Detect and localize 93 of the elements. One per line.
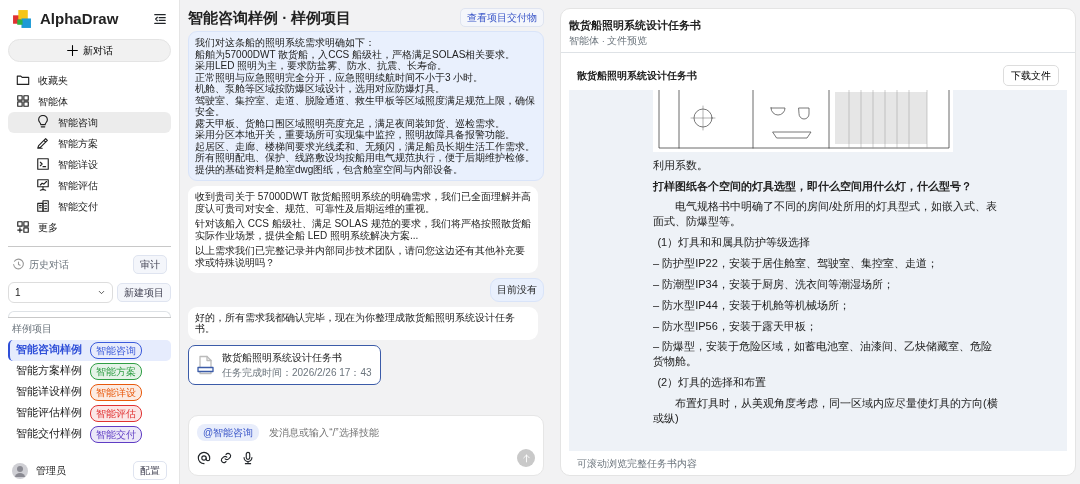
skill-chip[interactable]: @智能咨询 <box>197 424 260 441</box>
at-icon <box>197 451 211 465</box>
document-question: 打样图纸各个空间的灯具选型，即什么空间用什么灯，什么型号？ <box>653 178 973 194</box>
category-tag: 智能方案 <box>90 362 142 380</box>
document-paragraph: – 防水型IP44，安装于机舱等机械场所； <box>653 297 851 313</box>
folder-icon <box>16 73 30 87</box>
file-title: 散货船照明系统设计任务书 <box>222 350 343 365</box>
sample-project-item[interactable]: 智能评估样例 智能评估 <box>8 402 171 424</box>
user-name: 管理员 <box>36 464 66 478</box>
message-line: 正常照明与应急照明完全分开，应急照明续航时间不小于3 小时。 <box>195 71 485 83</box>
config-button[interactable]: 配置 <box>133 461 167 480</box>
microphone-icon <box>241 451 255 465</box>
message-paragraph: 收到贵司关于 57000DWT 散货船照明系统的明确需求，我们已全面理解并高度认可贵司对安全、规范、可靠性及后期运维的重视。 <box>195 191 531 214</box>
menu-icon <box>153 12 167 27</box>
message-input[interactable]: 发消息或输入“/”选择技能 <box>267 424 535 441</box>
sidebar-item[interactable]: 智能体 <box>8 90 171 112</box>
history-icon <box>12 257 25 271</box>
message-line: 起居区、走廊、楼梯间要求光线柔和、无频闪，满足船员长期生活工作需求。 <box>195 140 536 152</box>
audit-button[interactable]: 审计 <box>133 254 167 274</box>
message-line: 驾驶室、集控室、走道、脱险通道、救生甲板等区域照度满足规范上限，确保安全。 <box>195 94 536 118</box>
plus-icon <box>66 43 79 57</box>
history-heading: 历史对话 <box>29 257 69 272</box>
section-heading: (1）灯具和和属具防护等级选择 <box>656 235 812 250</box>
sidebar-subitem[interactable]: 智能咨询 <box>8 111 171 133</box>
grid-plus-icon <box>16 220 30 234</box>
document-icon <box>197 354 214 375</box>
logo-icon <box>12 9 32 30</box>
message-line: 采用LED 照明为主，要求防盐雾、防水、抗震、长寿命。 <box>195 60 449 72</box>
category-tag: 智能交付 <box>90 425 142 443</box>
document-paragraph: 电气规格书中明确了不同的房间/处所用的灯具型式，如嵌入式、表面式、防爆型等。 <box>653 199 999 230</box>
file-card[interactable]: 散货船照明系统设计任务书 任务完成时间：2026/2/26 17：43 <box>188 344 381 385</box>
terminal-icon <box>36 157 50 171</box>
document-paragraph: – 防潮型IP34，安装于厨房、洗衣间等潮湿场所； <box>653 276 895 292</box>
sample-project-name: 智能详设样例 <box>16 384 82 400</box>
section-heading: (2）灯具的选择和布置 <box>656 375 768 390</box>
sample-project-name: 智能评估样例 <box>16 405 82 421</box>
message-line: 提供的基础资料是舱室dwg图纸，包含舱室空间与内部设备。 <box>195 163 465 175</box>
message-line: 露天甲板、货舱口围区域照明亮度充足，满足夜间装卸货、巡检需求。 <box>195 117 506 129</box>
scroll-hint: 可滚动浏览完整任务书内容 <box>577 457 697 469</box>
pen-icon <box>36 136 50 150</box>
sample-project-item[interactable]: 智能方案样例 智能方案 <box>8 360 171 382</box>
avatar-icon <box>12 462 28 479</box>
sidebar-subitem[interactable]: 智能评估 <box>8 174 171 196</box>
sample-project-name: 智能交付样例 <box>16 426 82 442</box>
message-line: 所有照明配电、保护、线路敷设均按船用电气规范执行，便于后期维护检修。 <box>195 152 536 164</box>
breadcrumb-text: 智能体 · 文件预览 <box>569 33 649 48</box>
arrow-up-icon <box>520 452 532 464</box>
new-chat-button[interactable]: 新对话 <box>8 38 171 62</box>
category-tag: 智能咨询 <box>90 341 142 359</box>
message-line: 机舱、泵舱等区域按防爆区域设计，选用对应防爆灯具。 <box>195 83 445 95</box>
sample-project-name: 智能方案样例 <box>16 363 82 379</box>
chat-title: 智能咨询样例 · 样例项目 <box>188 8 352 27</box>
document-paragraph: – 防水型IP56，安装于露天甲板； <box>653 318 818 334</box>
download-button[interactable]: 下载文件 <box>1003 64 1059 86</box>
sidebar-item[interactable]: 收藏夹 <box>8 69 171 91</box>
sidebar-subitem[interactable]: 智能详设 <box>8 153 171 175</box>
message-line: 我们对这条船的照明系统需求明确如下： <box>195 37 376 49</box>
link-button[interactable] <box>219 451 233 465</box>
document-title: 散货船照明系统设计任务书 <box>569 18 702 33</box>
category-tag: 智能详设 <box>90 383 142 401</box>
message-line: 采用分区本地开关，重要场所可实现集中监控，照明故障具备报警功能。 <box>195 129 516 141</box>
link-icon <box>219 451 233 465</box>
sample-project-name: 智能咨询样例 <box>16 342 82 358</box>
document-paragraph: 利用系数。 <box>653 157 709 173</box>
sidebar-subitem[interactable]: 智能交付 <box>8 195 171 217</box>
building-icon <box>36 199 50 213</box>
microphone-button[interactable] <box>241 451 255 465</box>
chart-board-icon <box>36 178 50 192</box>
collapse-sidebar-button[interactable] <box>153 12 167 27</box>
message-paragraph: 以上需求我们已完整记录并内部同步技术团队，请问您这边还有其他补充要求或特殊说明吗？ <box>195 245 526 268</box>
document-paragraph: – 防爆型，安装于危险区域，如蓄电池室、油漆间、乙炔储藏室、危险货物舱。 <box>653 339 994 370</box>
file-heading: 散货船照明系统设计任务书 <box>577 68 697 83</box>
at-button[interactable] <box>197 451 211 465</box>
deliverables-button[interactable]: 查看项目交付物 <box>460 8 544 27</box>
category-tag: 智能评估 <box>90 404 142 422</box>
brand-name: AlphaDraw <box>40 9 119 29</box>
sample-project-item[interactable]: 智能交付样例 智能交付 <box>8 423 171 445</box>
completion-time: 任务完成时间：2026/2/26 17：43 <box>222 365 372 380</box>
message-paragraph: 好的，所有需求我都确认完毕，现在为你整理成散货船照明系统设计任务书。 <box>195 311 516 335</box>
document-paragraph: – 防护型IP22，安装于居住舱室、驾驶室、集控室、走道； <box>653 255 939 271</box>
message-paragraph: 针对该船入 CCS 船级社、满足 SOLAS 规范的要求，我们将严格按照散货船实际作业场景，提供全船 LED 照明系统解决方案... <box>195 218 531 241</box>
sidebar-subitem[interactable]: 智能方案 <box>8 132 171 154</box>
sample-project-item[interactable]: 智能咨询样例 智能咨询 <box>8 339 171 361</box>
lightbulb-icon <box>36 115 50 129</box>
project-select[interactable]: 1 <box>8 281 113 303</box>
new-project-button[interactable]: 新建项目 <box>117 282 171 302</box>
section-heading: 样例项目 <box>11 321 53 336</box>
document-paragraph: 布置灯具时，从美观角度考虑，同一区域内应尽量使灯具的方向(横或纵) <box>653 395 999 426</box>
message-line: 目前没有 <box>497 284 537 296</box>
sidebar-item[interactable]: 更多 <box>8 216 171 238</box>
sample-project-item[interactable]: 智能详设样例 智能详设 <box>8 381 171 403</box>
message-line: 船舶为57000DWT 散货船，入CCS 船级社，严格满足SOLAS相关要求。 <box>195 48 517 60</box>
grid-icon <box>16 94 30 108</box>
